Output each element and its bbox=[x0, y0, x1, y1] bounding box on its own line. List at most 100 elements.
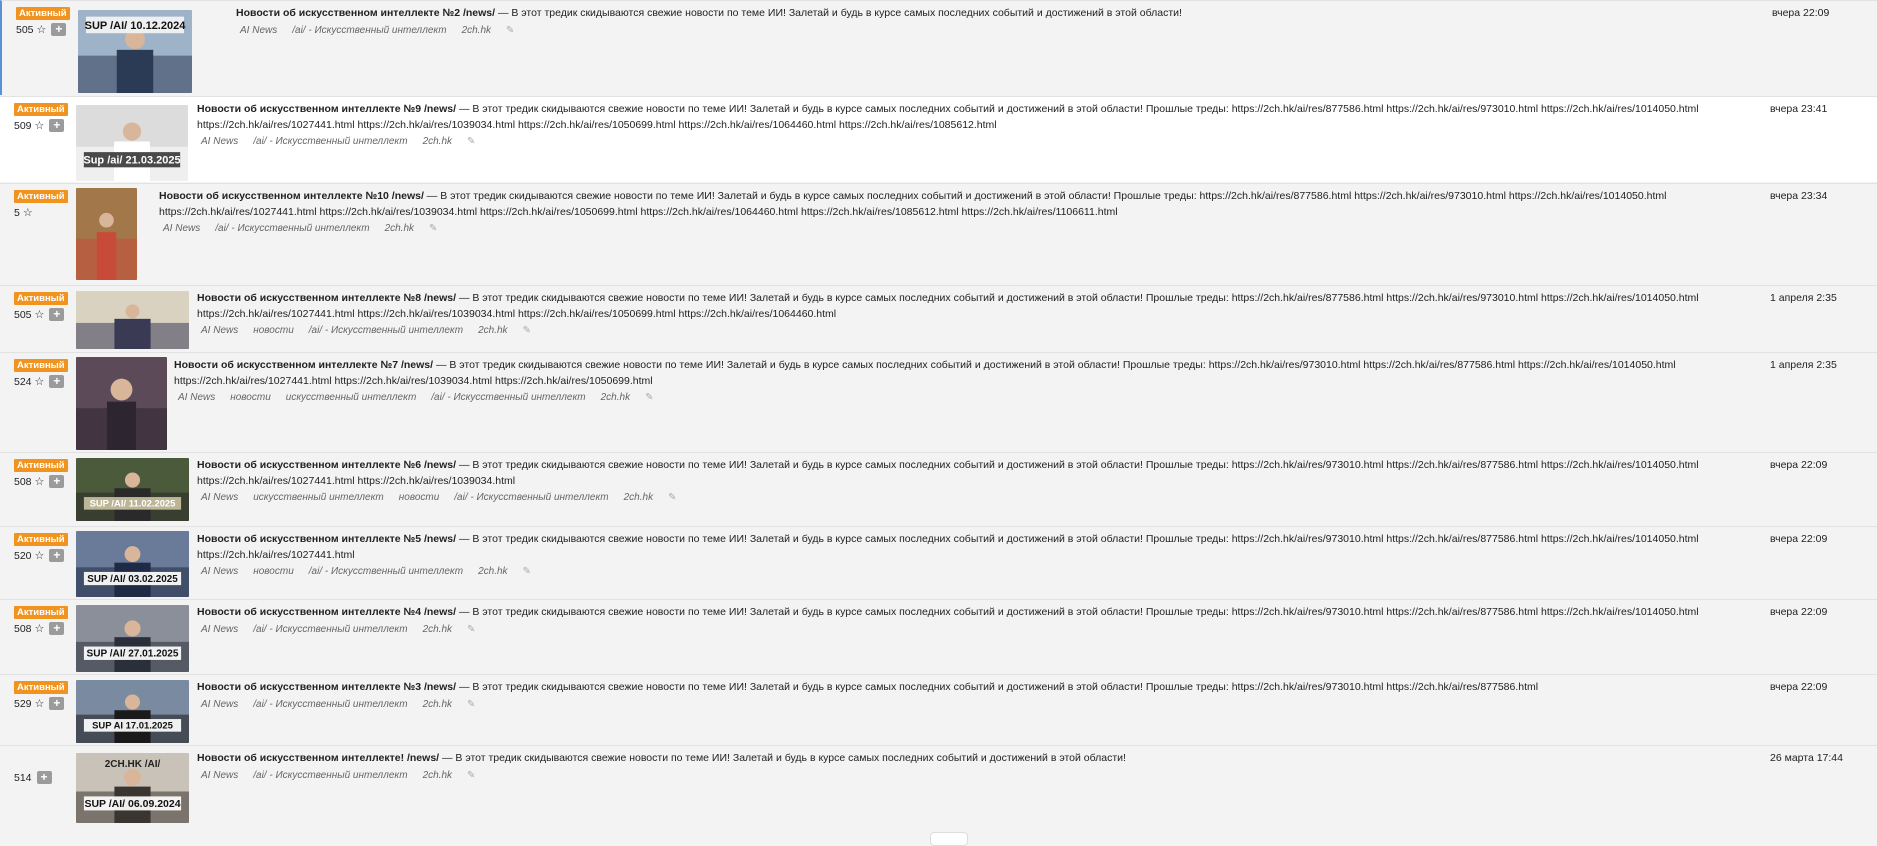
tag-link[interactable]: AI News bbox=[201, 135, 238, 149]
tag-link[interactable]: AI News bbox=[178, 391, 215, 405]
thread-row[interactable]: Активный 520 ☆ + SUP /AI/ 03.02.2025 Новости … bbox=[0, 526, 1877, 598]
tag-link[interactable]: /ai/ - Искусственный интеллект bbox=[253, 623, 407, 637]
star-icon[interactable]: ☆ bbox=[35, 308, 45, 321]
tag-link[interactable]: /ai/ - Искусственный интеллект bbox=[292, 24, 446, 38]
thread-row[interactable]: Активный 5 ☆ Новости об искусственном интел… bbox=[0, 183, 1877, 284]
tag-link[interactable]: 2ch.hk bbox=[423, 769, 452, 783]
star-icon[interactable]: ☆ bbox=[35, 119, 45, 132]
thread-title[interactable]: Новости об искусственном интеллекте №8 /… bbox=[197, 292, 456, 304]
tag-link[interactable]: новости bbox=[230, 391, 271, 405]
thread-thumbnail[interactable] bbox=[76, 188, 137, 280]
edit-icon[interactable]: ✎ bbox=[506, 24, 514, 38]
thread-row[interactable]: Активный 508 ☆ + SUP /AI/ 27.01.2025 Новости … bbox=[0, 599, 1877, 673]
plus-icon[interactable]: + bbox=[51, 23, 67, 36]
tag-link[interactable]: новости bbox=[253, 324, 294, 338]
edit-icon[interactable]: ✎ bbox=[467, 698, 475, 712]
thread-row[interactable]: Активный 509 ☆ + Sup /ai/ 21.03.2025 Новости … bbox=[0, 96, 1877, 182]
thread-thumbnail[interactable] bbox=[76, 357, 167, 450]
tag-link[interactable]: /ai/ - Искусственный интеллект bbox=[431, 391, 585, 405]
plus-icon[interactable]: + bbox=[49, 475, 65, 488]
thread-time: вчера 22:09 bbox=[1770, 681, 1828, 693]
thread-row[interactable]: Активный 505 ☆ + Новости об искусственном ин… bbox=[0, 285, 1877, 351]
edit-icon[interactable]: ✎ bbox=[429, 222, 437, 236]
thread-thumbnail[interactable]: SUP /AI/ 06.09.2024 2CH.HK /AI/ bbox=[76, 753, 189, 823]
thread-thumbnail[interactable]: SUP /AI/ 03.02.2025 bbox=[76, 531, 189, 597]
tag-link[interactable]: /ai/ - Искусственный интеллект bbox=[309, 324, 463, 338]
edit-icon[interactable]: ✎ bbox=[668, 491, 676, 505]
thread-thumbnail[interactable]: SUP /AI/ 27.01.2025 bbox=[76, 605, 189, 672]
tag-link[interactable]: /ai/ - Искусственный интеллект bbox=[253, 135, 407, 149]
star-icon[interactable]: ☆ bbox=[35, 375, 45, 388]
thread-thumbnail[interactable]: SUP AI 17.01.2025 bbox=[76, 680, 189, 743]
tag-link[interactable]: /ai/ - Искусственный интеллект bbox=[253, 769, 407, 783]
tag-link[interactable]: 2ch.hk bbox=[385, 222, 414, 236]
thread-title[interactable]: Новости об искусственном интеллекте №9 /… bbox=[197, 103, 456, 115]
thread-thumbnail[interactable] bbox=[76, 291, 189, 349]
tag-link[interactable]: AI News bbox=[201, 324, 238, 338]
tag-link[interactable]: AI News bbox=[201, 769, 238, 783]
edit-icon[interactable]: ✎ bbox=[467, 769, 475, 783]
edit-icon[interactable]: ✎ bbox=[467, 135, 475, 149]
tag-link[interactable]: AI News bbox=[240, 24, 277, 38]
tag-link[interactable]: 2ch.hk bbox=[423, 135, 452, 149]
star-icon[interactable]: ☆ bbox=[35, 622, 45, 635]
edit-icon[interactable]: ✎ bbox=[467, 623, 475, 637]
tag-link[interactable]: 2ch.hk bbox=[423, 623, 452, 637]
star-icon[interactable]: ☆ bbox=[23, 206, 33, 219]
thread-thumbnail[interactable]: SUP /AI/ 10.12.2024 bbox=[78, 10, 192, 93]
tag-link[interactable]: 2ch.hk bbox=[478, 565, 507, 579]
rating: 505 ☆ + bbox=[16, 23, 72, 36]
thread-title[interactable]: Новости об искусственном интеллекте №4 /… bbox=[197, 606, 456, 618]
thread-tags: AI News искусственный интеллект новости/ai… bbox=[197, 491, 1717, 505]
thread-thumbnail[interactable]: SUP /AI/ 11.02.2025 bbox=[76, 458, 189, 521]
tag-link[interactable]: искусственный интеллект bbox=[286, 391, 417, 405]
thread-title[interactable]: Новости об искусственном интеллекте №7 /… bbox=[174, 359, 433, 371]
tag-link[interactable]: 2ch.hk bbox=[478, 324, 507, 338]
tag-link[interactable]: AI News bbox=[201, 623, 238, 637]
thread-row[interactable]: Активный 508 ☆ + SUP /AI/ 11.02.2025 Новости … bbox=[0, 452, 1877, 525]
thread-row[interactable]: Активный 524 ☆ + Новости об искусственном ин… bbox=[0, 352, 1877, 451]
thread-title[interactable]: Новости об искусственном интеллекте №2 /… bbox=[236, 7, 495, 19]
tag-link[interactable]: 2ch.hk bbox=[601, 391, 630, 405]
star-icon[interactable]: ☆ bbox=[35, 697, 45, 710]
tag-link[interactable]: /ai/ - Искусственный интеллект bbox=[309, 565, 463, 579]
edit-icon[interactable]: ✎ bbox=[523, 324, 531, 338]
tag-link[interactable]: 2ch.hk bbox=[462, 24, 491, 38]
thread-row[interactable]: Активный 505 ☆ + SUP /AI/ 10.12.2024 Новости … bbox=[0, 0, 1877, 95]
edit-icon[interactable]: ✎ bbox=[645, 391, 653, 405]
thread-title[interactable]: Новости об искусственном интеллекте №3 /… bbox=[197, 681, 456, 693]
plus-icon[interactable]: + bbox=[49, 375, 65, 388]
thread-title[interactable]: Новости об искусственном интеллекте №6 /… bbox=[197, 459, 456, 471]
tag-link[interactable]: новости bbox=[253, 565, 294, 579]
plus-icon[interactable]: + bbox=[49, 119, 65, 132]
plus-icon[interactable]: + bbox=[36, 771, 52, 784]
tag-link[interactable]: AI News bbox=[201, 698, 238, 712]
pagination-control[interactable] bbox=[930, 832, 968, 846]
star-icon[interactable]: ☆ bbox=[37, 23, 47, 36]
thread-row[interactable]: Активный 529 ☆ + SUP AI 17.01.2025 Новости об… bbox=[0, 674, 1877, 744]
thread-thumbnail[interactable]: Sup /ai/ 21.03.2025 bbox=[76, 105, 188, 181]
tag-link[interactable]: новости bbox=[399, 491, 440, 505]
thread-text: Новости об искусственном интеллекте! /ne… bbox=[197, 751, 1717, 767]
thumbnail-image: SUP /AI/ 03.02.2025 bbox=[76, 531, 189, 597]
tag-link[interactable]: 2ch.hk bbox=[423, 698, 452, 712]
tag-link[interactable]: искусственный интеллект bbox=[253, 491, 384, 505]
star-icon[interactable]: ☆ bbox=[35, 549, 45, 562]
tag-link[interactable]: /ai/ - Искусственный интеллект bbox=[215, 222, 369, 236]
plus-icon[interactable]: + bbox=[49, 697, 65, 710]
tag-link[interactable]: AI News bbox=[163, 222, 200, 236]
thread-row[interactable]: 514 + SUP /AI/ 06.09.2024 2CH.HK /AI/Новост… bbox=[0, 745, 1877, 827]
plus-icon[interactable]: + bbox=[49, 308, 65, 321]
thread-title[interactable]: Новости об искусственном интеллекте №5 /… bbox=[197, 533, 456, 545]
tag-link[interactable]: 2ch.hk bbox=[624, 491, 653, 505]
plus-icon[interactable]: + bbox=[49, 622, 65, 635]
thread-title[interactable]: Новости об искусственном интеллекте! /ne… bbox=[197, 752, 439, 764]
plus-icon[interactable]: + bbox=[49, 549, 65, 562]
tag-link[interactable]: /ai/ - Искусственный интеллект bbox=[253, 698, 407, 712]
tag-link[interactable]: AI News bbox=[201, 491, 238, 505]
edit-icon[interactable]: ✎ bbox=[523, 565, 531, 579]
thread-title[interactable]: Новости об искусственном интеллекте №10 … bbox=[159, 190, 424, 202]
star-icon[interactable]: ☆ bbox=[35, 475, 45, 488]
tag-link[interactable]: /ai/ - Искусственный интеллект bbox=[454, 491, 608, 505]
tag-link[interactable]: AI News bbox=[201, 565, 238, 579]
